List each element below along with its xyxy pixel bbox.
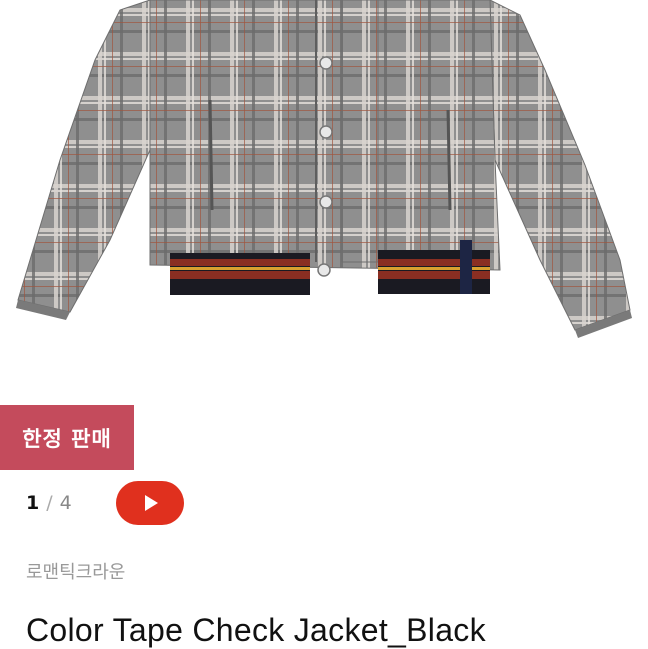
brand-name[interactable]: 로맨틱크라운 [26, 558, 125, 584]
jacket-illustration [16, 0, 632, 338]
image-pager: 1 / 4 [26, 488, 72, 518]
right-waistband [378, 250, 490, 294]
play-icon [145, 495, 158, 511]
pager-current: 1 [26, 492, 40, 514]
product-image[interactable] [0, 0, 648, 400]
product-title: Color Tape Check Jacket_Black [26, 612, 486, 648]
left-waistband [170, 253, 310, 295]
left-sleeve [17, 0, 151, 313]
video-play-button[interactable] [116, 481, 184, 525]
pager-separator: / [46, 492, 53, 514]
limited-sale-label: 한정 판매 [22, 426, 112, 451]
limited-sale-badge: 한정 판매 [0, 405, 134, 470]
right-sleeve [489, 0, 631, 331]
pager-total: 4 [59, 492, 72, 514]
